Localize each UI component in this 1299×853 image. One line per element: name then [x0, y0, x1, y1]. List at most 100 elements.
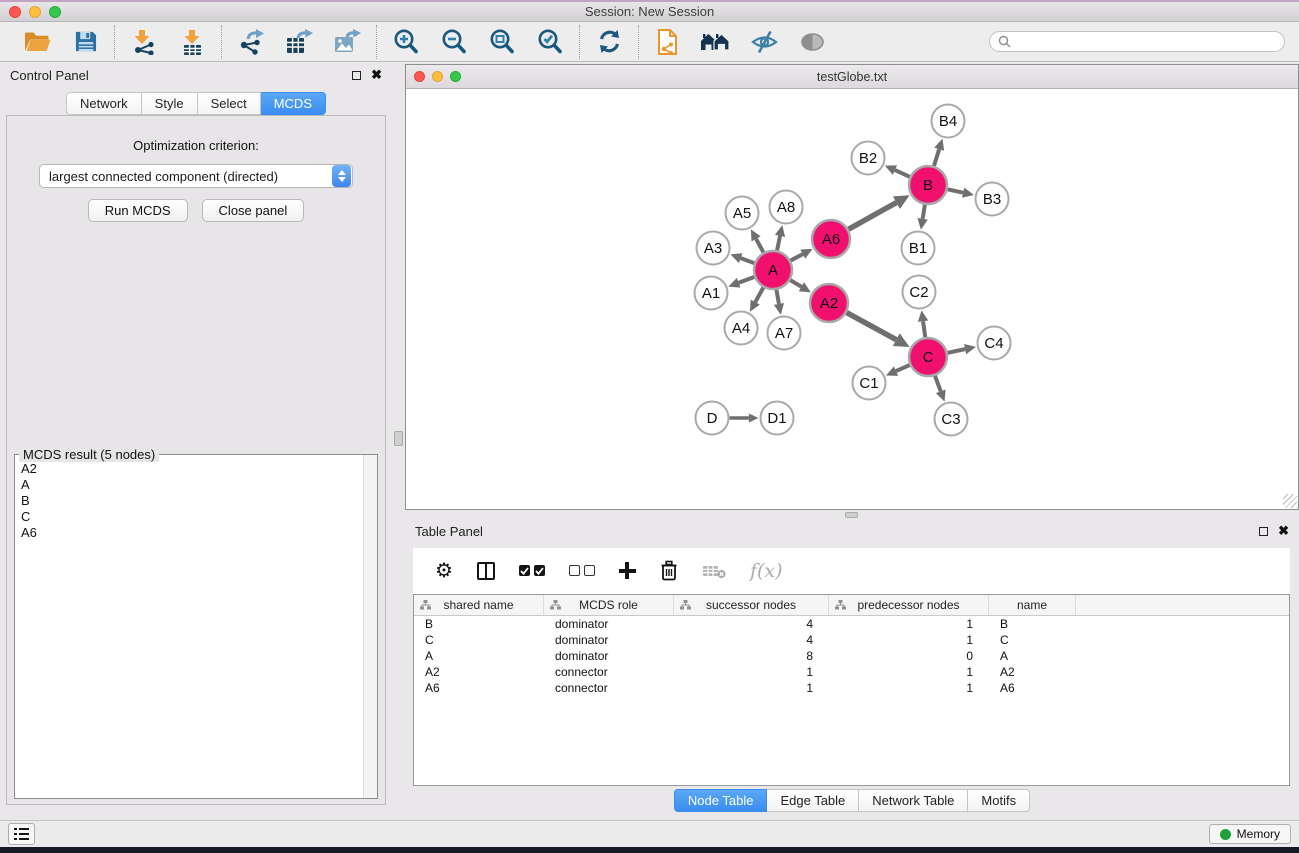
hide-selected-icon [751, 30, 778, 54]
edge-arrowhead [936, 390, 946, 402]
graph-edge-B-B3[interactable] [948, 189, 964, 192]
network-close-button[interactable] [414, 71, 425, 82]
graph-edge-A-A6[interactable] [791, 254, 803, 260]
graph-edge-A-A1[interactable] [739, 277, 755, 283]
graph-edge-C-C3[interactable] [935, 376, 941, 392]
search-field[interactable] [989, 31, 1285, 52]
graph-edge-C-C4[interactable] [948, 349, 966, 353]
float-panel-icon[interactable] [1259, 527, 1268, 536]
mcds-result-list[interactable]: A2ABCA6 [16, 461, 362, 797]
graph-edge-A-A7[interactable] [776, 290, 778, 304]
table-row[interactable]: Cdominator41C [414, 632, 1289, 648]
select-all-button[interactable] [519, 565, 545, 576]
float-panel-icon[interactable] [352, 71, 361, 80]
refresh-button[interactable] [593, 26, 625, 58]
run-mcds-button[interactable]: Run MCDS [88, 199, 188, 222]
split-divider-handle[interactable] [394, 431, 403, 446]
show-columns-button[interactable] [477, 562, 495, 580]
zoom-selected-button[interactable] [534, 26, 566, 58]
tab-select[interactable]: Select [198, 92, 261, 115]
show-all-button[interactable] [796, 26, 828, 58]
network-minimize-button[interactable] [432, 71, 443, 82]
tab-node-table[interactable]: Node Table [674, 789, 768, 812]
table-settings-button[interactable]: ⚙ [435, 561, 453, 581]
result-item[interactable]: A2 [16, 461, 362, 477]
close-panel-icon[interactable]: ✖ [1278, 526, 1289, 536]
unchecked-box-icon [584, 565, 595, 576]
import-network-button[interactable] [128, 26, 160, 58]
graph-edge-A-A8[interactable] [777, 236, 780, 251]
new-network-from-selection-button[interactable] [652, 26, 684, 58]
open-session-button[interactable] [21, 26, 53, 58]
table-row[interactable]: A2connector11A2 [414, 664, 1289, 680]
result-item[interactable]: B [16, 493, 362, 509]
column-header-predecessor-nodes[interactable]: predecessor nodes [829, 595, 989, 615]
column-header-MCDS-role[interactable]: MCDS role [544, 595, 674, 615]
graph-edge-A2-C[interactable] [847, 313, 897, 340]
window-controls [0, 6, 61, 18]
network-graph[interactable]: AA1A2A3A4A5A6A7A8BB1B2B3B4CC1C2C3C4DD1 [406, 89, 1298, 509]
hide-selected-button[interactable] [748, 26, 780, 58]
criterion-dropdown[interactable]: largest connected component (directed) [39, 164, 353, 188]
tab-motifs[interactable]: Motifs [968, 789, 1030, 812]
table-cell: A2 [414, 665, 544, 679]
toolbar-group-session [8, 26, 114, 58]
tab-style[interactable]: Style [142, 92, 198, 115]
table-panel-tabs: Node TableEdge TableNetwork TableMotifs [674, 789, 1030, 812]
edge-arrowhead [774, 303, 784, 315]
minimize-window-button[interactable] [29, 6, 41, 18]
create-column-button[interactable] [619, 562, 636, 579]
graph-edge-A6-B[interactable] [848, 203, 896, 230]
result-scrollbar[interactable] [363, 455, 377, 798]
result-item[interactable]: A [16, 477, 362, 493]
graph-edge-B-B1[interactable] [923, 205, 925, 219]
result-item[interactable]: C [16, 509, 362, 525]
save-floppy-icon [74, 30, 97, 53]
table-row[interactable]: Bdominator41B [414, 616, 1289, 632]
column-header-shared-name[interactable]: shared name [414, 595, 544, 615]
first-neighbors-button[interactable] [700, 26, 732, 58]
tab-network-table[interactable]: Network Table [859, 789, 968, 812]
zoom-fit-button[interactable] [486, 26, 518, 58]
export-image-button[interactable] [331, 26, 363, 58]
table-row[interactable]: A6connector11A6 [414, 680, 1289, 696]
delete-columns-button[interactable] [660, 560, 678, 581]
graph-edge-B-B4[interactable] [934, 149, 939, 166]
edge-arrowhead [918, 310, 928, 322]
close-panel-icon[interactable]: ✖ [371, 70, 382, 80]
zoom-window-button[interactable] [49, 6, 61, 18]
result-item[interactable]: A6 [16, 525, 362, 541]
export-table-button[interactable] [283, 26, 315, 58]
tab-network[interactable]: Network [66, 92, 142, 115]
graph-edge-A-A5[interactable] [756, 239, 763, 253]
graph-node-label: C1 [859, 375, 878, 392]
graph-edge-C-C2[interactable] [923, 321, 925, 337]
table-cell: dominator [544, 633, 674, 647]
close-window-button[interactable] [9, 6, 21, 18]
column-header-name[interactable]: name [989, 595, 1076, 615]
column-header-successor-nodes[interactable]: successor nodes [674, 595, 829, 615]
graph-edge-B-B2[interactable] [895, 170, 910, 177]
export-network-button[interactable] [235, 26, 267, 58]
mcds-tab-content: Optimization criterion: largest connecte… [6, 115, 386, 805]
import-table-button[interactable] [176, 26, 208, 58]
memory-button[interactable]: Memory [1209, 824, 1291, 844]
save-session-button[interactable] [69, 26, 101, 58]
window-resize-grip[interactable] [1283, 494, 1297, 508]
graph-edge-A-A2[interactable] [790, 280, 801, 287]
zoom-out-button[interactable] [438, 26, 470, 58]
network-zoom-button[interactable] [450, 71, 461, 82]
tab-mcds[interactable]: MCDS [261, 92, 326, 115]
search-input[interactable] [1016, 35, 1276, 49]
network-canvas[interactable]: AA1A2A3A4A5A6A7A8BB1B2B3B4CC1C2C3C4DD1 [406, 89, 1298, 509]
tab-edge-table[interactable]: Edge Table [767, 789, 859, 812]
graph-edge-C-C1[interactable] [896, 365, 910, 371]
zoom-in-button[interactable] [390, 26, 422, 58]
graph-edge-A-A3[interactable] [741, 258, 755, 263]
task-history-button[interactable] [8, 823, 35, 845]
deselect-all-button[interactable] [569, 565, 595, 576]
graph-edge-A-A4[interactable] [755, 288, 763, 303]
close-panel-button[interactable]: Close panel [202, 199, 305, 222]
network-window-titlebar[interactable]: testGlobe.txt [406, 65, 1298, 89]
table-row[interactable]: Adominator80A [414, 648, 1289, 664]
